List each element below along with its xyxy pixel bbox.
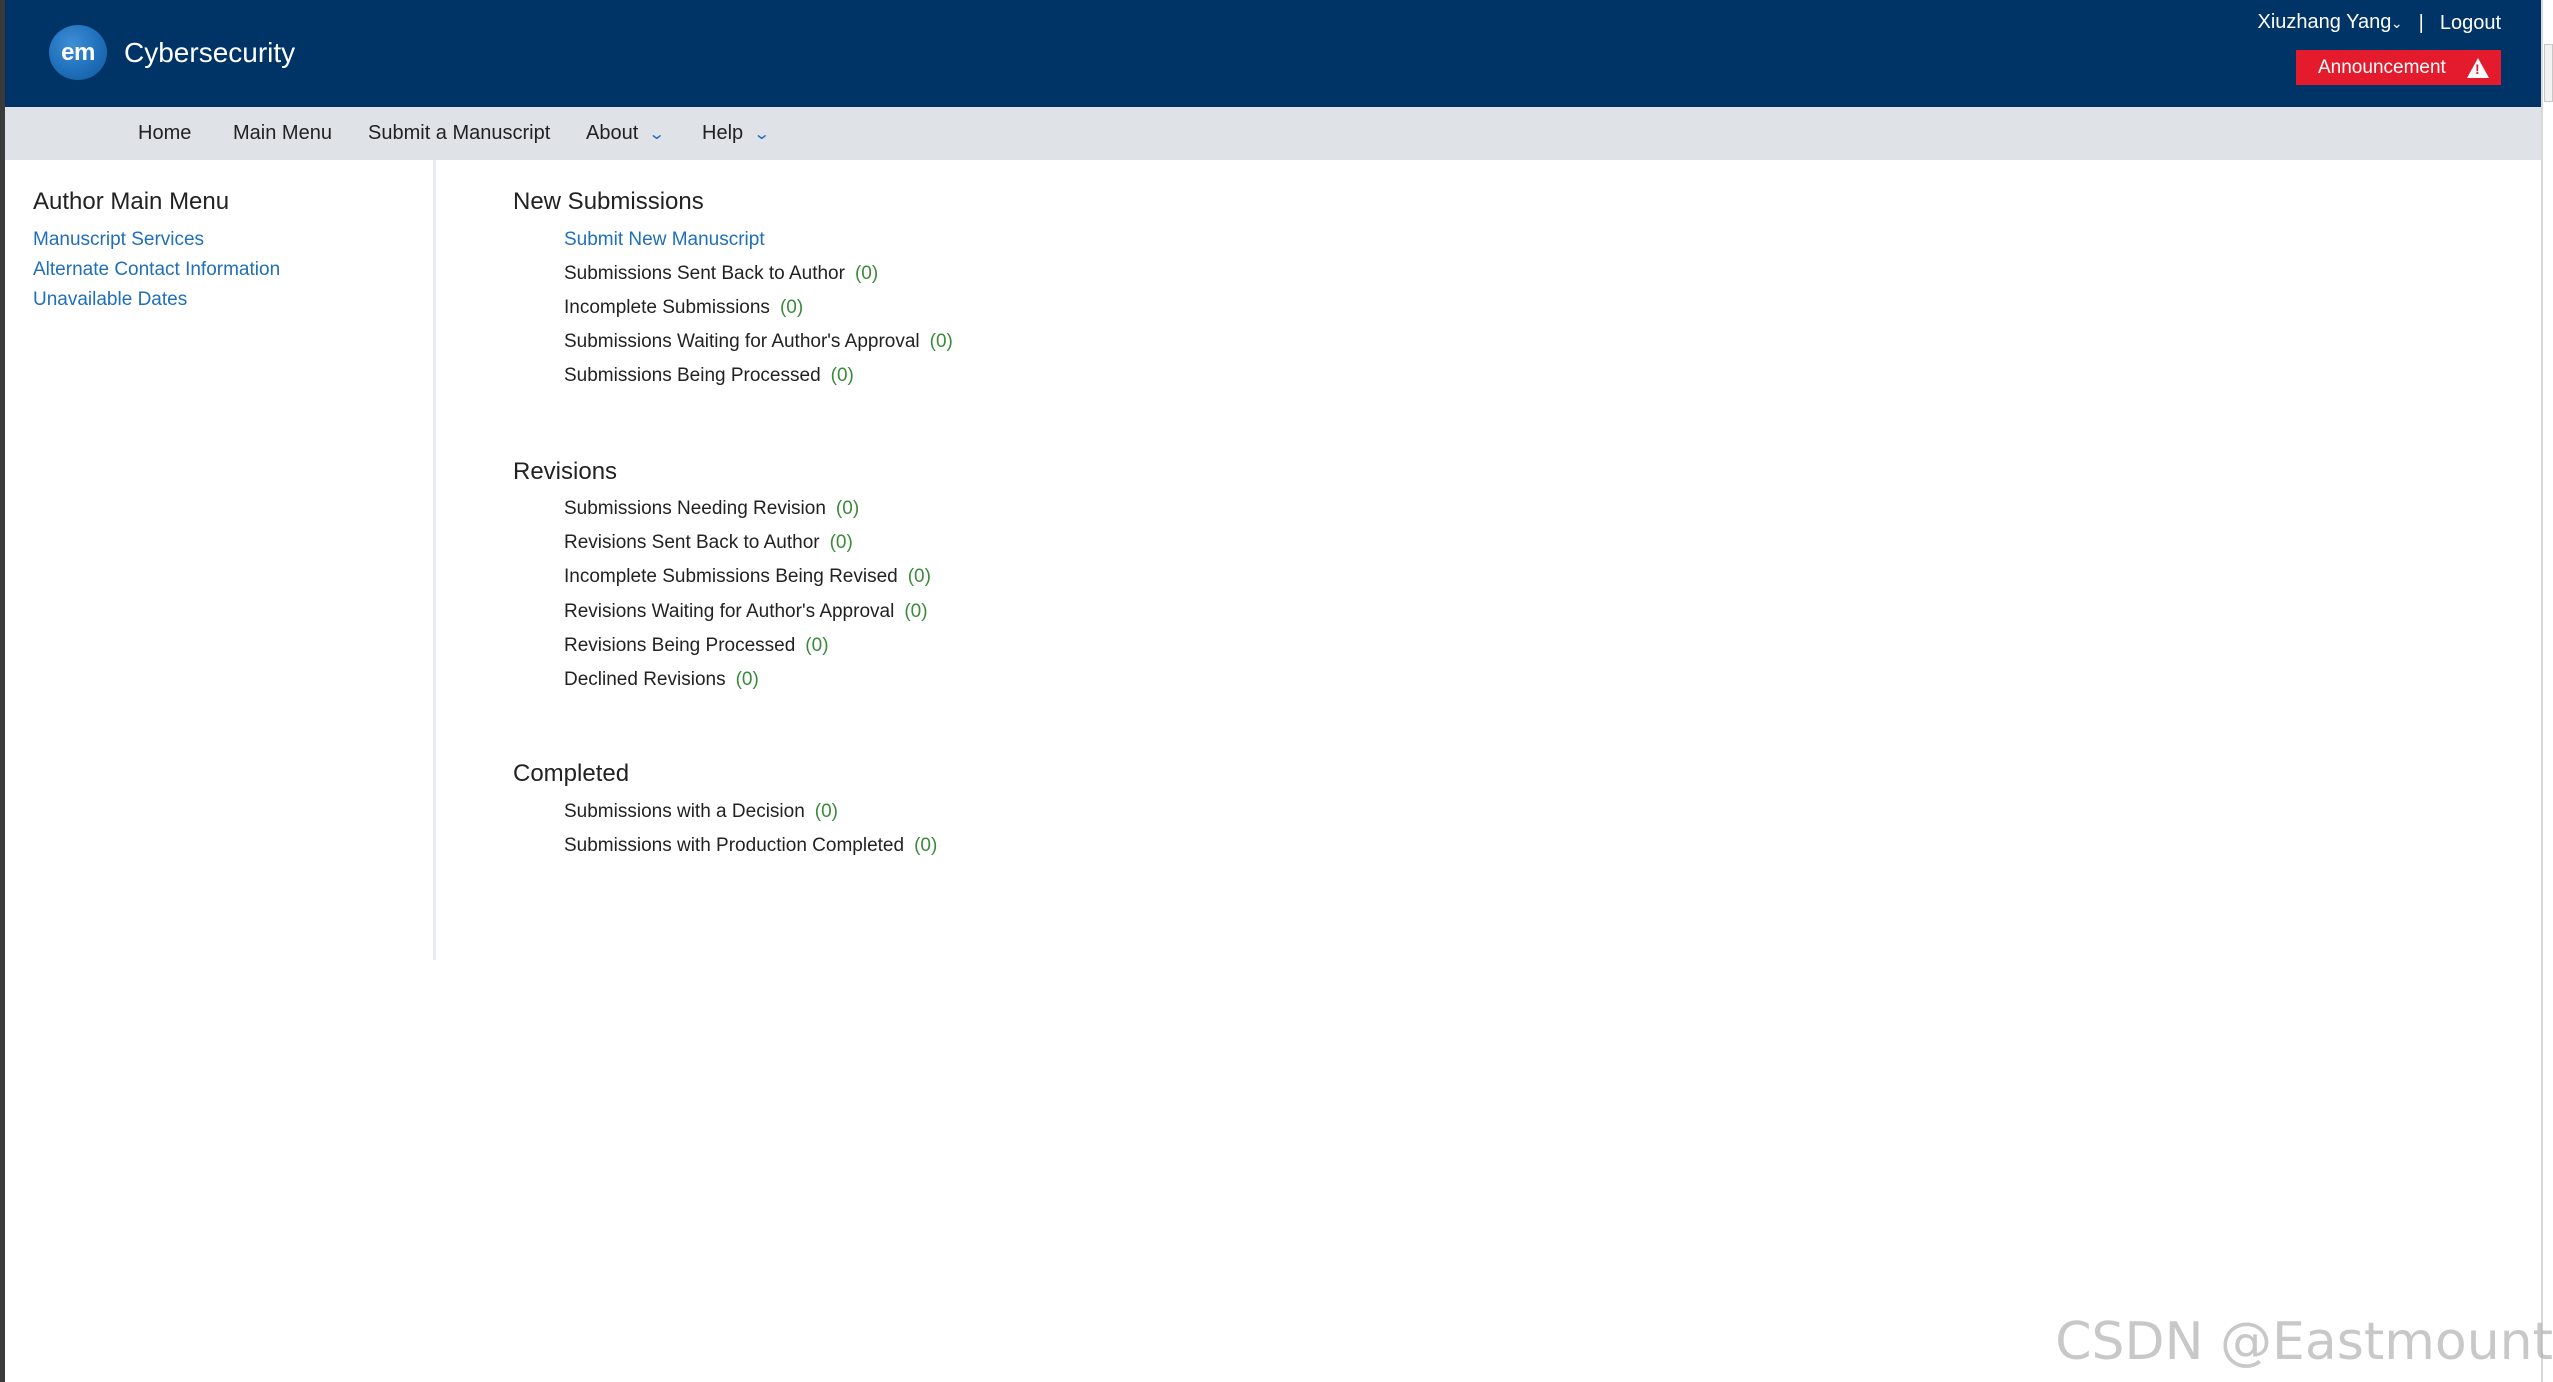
item-label: Revisions Sent Back to Author bbox=[564, 532, 820, 553]
sidebar-title: Author Main Menu bbox=[33, 188, 230, 215]
window-right-edge bbox=[2541, 0, 2553, 1382]
watermark: CSDN @Eastmount bbox=[2055, 1312, 2553, 1372]
announcement-label: Announcement bbox=[2318, 56, 2446, 78]
list-item[interactable]: Revisions Being Processed (0) bbox=[564, 634, 829, 658]
user-name[interactable]: Xiuzhang Yang bbox=[2258, 11, 2392, 33]
sidebar-link-unavailable-dates[interactable]: Unavailable Dates bbox=[33, 288, 187, 312]
item-label: Submissions Needing Revision bbox=[564, 498, 826, 519]
list-item[interactable]: Submissions with a Decision (0) bbox=[564, 800, 838, 824]
item-count: (0) bbox=[914, 835, 938, 856]
section-title-revisions: Revisions bbox=[513, 458, 618, 485]
page: em Cybersecurity Xiuzhang Yang ⌄ | Logou… bbox=[5, 0, 2543, 1382]
site-header: em Cybersecurity Xiuzhang Yang ⌄ | Logou… bbox=[5, 0, 2543, 107]
item-label: Incomplete Submissions bbox=[564, 297, 770, 318]
item-count: (0) bbox=[904, 601, 928, 622]
list-item[interactable]: Submissions Sent Back to Author (0) bbox=[564, 262, 878, 286]
list-item[interactable]: Revisions Waiting for Author's Approval (… bbox=[564, 600, 928, 624]
nav-home[interactable]: Home bbox=[138, 107, 191, 160]
list-item[interactable]: Submissions Needing Revision (0) bbox=[564, 497, 859, 521]
item-label: Submissions Being Processed bbox=[564, 365, 821, 386]
announcement-button[interactable]: Announcement bbox=[2296, 50, 2501, 85]
nav-submit-manuscript[interactable]: Submit a Manuscript bbox=[368, 107, 550, 160]
item-count: (0) bbox=[735, 669, 759, 690]
item-label: Incomplete Submissions Being Revised bbox=[564, 566, 898, 587]
list-item[interactable]: Revisions Sent Back to Author (0) bbox=[564, 531, 853, 555]
item-count: (0) bbox=[854, 263, 879, 284]
chevron-down-icon[interactable]: ⌄ bbox=[2391, 15, 2403, 31]
nav-help[interactable]: Help ⌄ bbox=[702, 107, 771, 160]
item-label: Submissions with Production Completed bbox=[564, 835, 905, 856]
item-count: (0) bbox=[779, 297, 804, 318]
list-item[interactable]: Incomplete Submissions (0) bbox=[564, 296, 803, 320]
item-label: Submissions Waiting for Author's Approva… bbox=[564, 331, 920, 352]
item-label: Declined Revisions bbox=[564, 669, 726, 690]
sidebar-link-alternate-contact[interactable]: Alternate Contact Information bbox=[33, 258, 280, 282]
item-count: (0) bbox=[929, 331, 953, 352]
chevron-down-icon: ⌄ bbox=[753, 126, 771, 143]
item-count: (0) bbox=[829, 532, 853, 553]
nav-about-label: About bbox=[586, 122, 639, 144]
main-nav: Home Main Menu Submit a Manuscript About… bbox=[5, 107, 2543, 160]
item-count: (0) bbox=[814, 801, 838, 822]
section-title-completed: Completed bbox=[513, 760, 630, 787]
sidebar-link-manuscript-services[interactable]: Manuscript Services bbox=[33, 228, 204, 252]
item-count: (0) bbox=[835, 498, 860, 519]
list-item[interactable]: Declined Revisions (0) bbox=[564, 668, 759, 692]
separator: | bbox=[2418, 11, 2424, 34]
list-item[interactable]: Incomplete Submissions Being Revised (0) bbox=[564, 565, 931, 589]
warning-triangle-icon bbox=[2467, 57, 2489, 78]
item-count: (0) bbox=[907, 566, 931, 587]
item-label: Submissions with a Decision bbox=[564, 801, 805, 822]
item-label: Revisions Being Processed bbox=[564, 635, 796, 656]
submit-new-manuscript-link[interactable]: Submit New Manuscript bbox=[564, 228, 765, 252]
user-menu[interactable]: Xiuzhang Yang ⌄ bbox=[2258, 8, 2403, 37]
item-count: (0) bbox=[830, 365, 854, 386]
item-label: Revisions Waiting for Author's Approval bbox=[564, 601, 895, 622]
chevron-down-icon: ⌄ bbox=[648, 126, 666, 143]
logout-link[interactable]: Logout bbox=[2440, 9, 2501, 37]
section-title-new-submissions: New Submissions bbox=[513, 188, 704, 215]
list-item[interactable]: Submissions Being Processed (0) bbox=[564, 364, 854, 388]
user-area: Xiuzhang Yang ⌄ | Logout bbox=[2258, 8, 2502, 37]
list-item[interactable]: Submissions Waiting for Author's Approva… bbox=[564, 330, 953, 354]
item-count: (0) bbox=[805, 635, 829, 656]
sidebar: Author Main Menu Manuscript Services Alt… bbox=[5, 160, 436, 960]
list-item[interactable]: Submissions with Production Completed (0) bbox=[564, 834, 937, 858]
site-title[interactable]: Cybersecurity bbox=[124, 33, 295, 73]
scrollbar-handle[interactable] bbox=[2544, 44, 2553, 102]
nav-about[interactable]: About ⌄ bbox=[586, 107, 666, 160]
nav-main-menu[interactable]: Main Menu bbox=[233, 107, 332, 160]
item-label: Submissions Sent Back to Author bbox=[564, 263, 845, 284]
nav-help-label: Help bbox=[702, 122, 744, 144]
em-logo-icon[interactable]: em bbox=[49, 25, 107, 80]
